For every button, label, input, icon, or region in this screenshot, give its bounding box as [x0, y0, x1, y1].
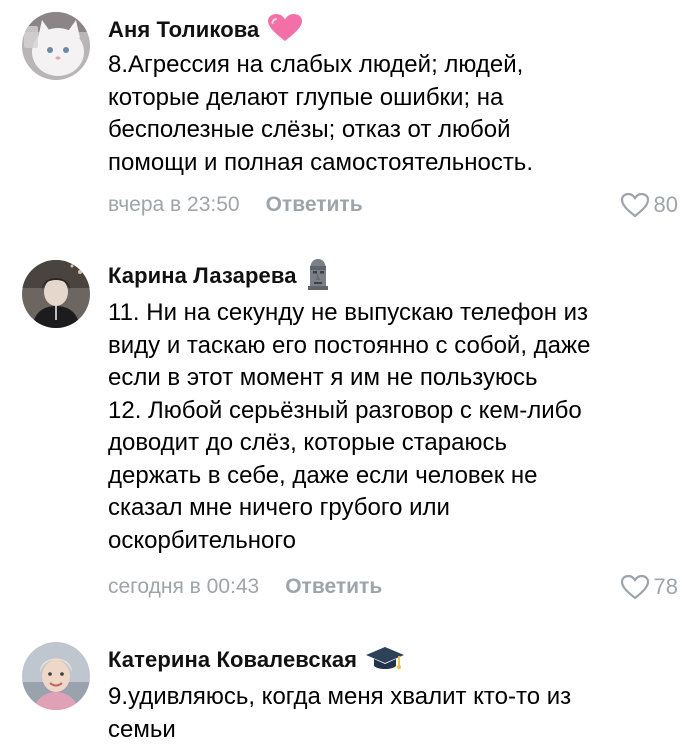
like-count: 80	[653, 192, 678, 217]
cat-avatar-image	[22, 12, 90, 80]
heart-outline-icon	[620, 574, 649, 600]
comment-text: 11. Ни на секунду не выпускаю телефон из…	[108, 299, 591, 554]
comment-timestamp: сегодня в 00:43	[108, 575, 260, 598]
comment-text: 9.удивляюсь, когда меня хвалит кто-то из…	[108, 683, 572, 743]
author-name[interactable]: Карина Лазарева	[108, 263, 297, 289]
heart-outline-icon	[620, 192, 649, 218]
like-count: 78	[653, 574, 678, 599]
pink-heart-icon	[267, 13, 303, 48]
person-avatar-image	[22, 260, 90, 328]
comment-timestamp: вчера в 23:50	[108, 193, 240, 216]
author-name[interactable]: Аня Толикова	[108, 17, 259, 43]
avatar[interactable]	[22, 12, 90, 80]
avatar[interactable]	[22, 260, 90, 328]
graduation-cap-icon	[365, 644, 405, 677]
child-avatar-image	[22, 642, 90, 710]
like-button[interactable]: 80	[620, 190, 678, 220]
author-name[interactable]: Катерина Ковалевская	[108, 647, 357, 673]
avatar[interactable]	[22, 642, 90, 710]
comment-text: 8.Агрессия на слабых людей; людей, котор…	[108, 51, 533, 176]
like-button[interactable]: 78	[620, 572, 678, 602]
moai-icon	[305, 258, 331, 295]
reply-button[interactable]: Ответить	[285, 575, 382, 599]
reply-button[interactable]: Ответить	[266, 193, 363, 217]
